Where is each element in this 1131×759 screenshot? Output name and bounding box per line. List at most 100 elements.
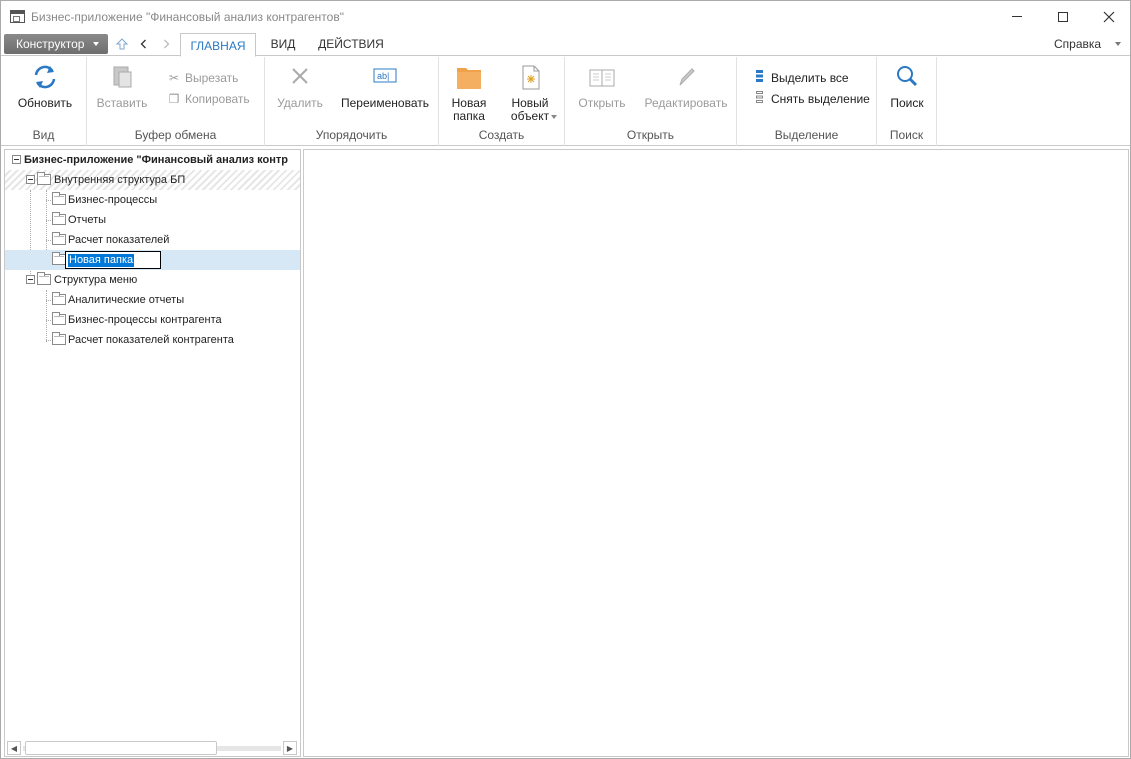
search-label: Поиск (890, 96, 924, 110)
close-icon (1103, 11, 1115, 22)
group-label-create: Создать (478, 128, 525, 142)
tree-root-label: Бизнес-приложение "Финансовый анализ кон… (24, 154, 288, 166)
pencil-icon (679, 68, 695, 86)
rename-button[interactable]: ab| Переименовать (337, 61, 433, 110)
scissors-icon: ✂ (168, 71, 180, 85)
new-folder-label-2: папка (453, 109, 485, 123)
help-chevron-down-icon[interactable] (1115, 42, 1121, 46)
navigation-tree-panel: Бизнес-приложение "Финансовый анализ кон… (4, 149, 301, 757)
group-label-open: Открыть (626, 128, 675, 142)
group-view: Обновить Вид (1, 57, 87, 146)
tree-root[interactable]: Бизнес-приложение "Финансовый анализ кон… (5, 150, 300, 170)
collapse-icon[interactable] (12, 155, 21, 164)
content-panel[interactable] (303, 149, 1129, 757)
search-button[interactable]: Поиск (883, 61, 931, 110)
folder-icon (52, 332, 66, 345)
tree-item-indicators[interactable]: Расчет показателей (5, 230, 300, 250)
cut-button[interactable]: ✂ Вырезать (167, 69, 238, 87)
svg-text:ab|: ab| (377, 71, 389, 81)
new-folder-button[interactable]: Новая папка (443, 61, 495, 123)
tree-item-analytic-reports[interactable]: Аналитические отчеты (5, 290, 300, 310)
maximize-button[interactable] (1040, 1, 1086, 32)
nav-back-button[interactable] (134, 35, 154, 53)
deselect-button[interactable]: Снять выделение (753, 90, 870, 108)
select-all-button[interactable]: Выделить все (753, 69, 849, 87)
rename-input[interactable]: Новая папка (65, 251, 161, 269)
group-search: Поиск Поиск (877, 57, 937, 146)
new-document-icon (522, 65, 540, 90)
help-menu[interactable]: Справка (1054, 32, 1101, 56)
edit-button[interactable]: Редактировать (639, 61, 733, 110)
tab-view[interactable]: ВИД (263, 32, 303, 56)
select-all-icon (753, 69, 767, 87)
delete-label: Удалить (277, 96, 323, 110)
rename-label: Переименовать (341, 96, 429, 110)
tree-item-label: Отчеты (68, 214, 107, 226)
ribbon-tabs: Конструктор ГЛАВНАЯ ВИД ДЕЙСТВИЯ Справка (1, 32, 1130, 57)
chevron-down-icon[interactable] (551, 115, 557, 119)
group-clipboard: Вставить ✂ Вырезать ❐ Копировать Буфер обм… (87, 57, 265, 146)
close-button[interactable] (1086, 1, 1131, 32)
window-title: Бизнес-приложение "Финансовый анализ кон… (31, 10, 344, 24)
tab-actions[interactable]: ДЕЙСТВИЯ (315, 32, 387, 56)
tree-item-reports[interactable]: Отчеты (5, 210, 300, 230)
refresh-button[interactable]: Обновить (13, 61, 77, 110)
chevron-left-icon (140, 39, 146, 49)
chevron-down-icon (93, 42, 99, 46)
horizontal-scrollbar[interactable]: ◀ ▶ (5, 740, 300, 756)
folder-icon (52, 312, 66, 325)
deselect-label: Снять выделение (771, 92, 870, 106)
tree-item-label: Расчет показателей (68, 234, 170, 246)
open-book-icon (589, 69, 615, 87)
tab-home[interactable]: ГЛАВНАЯ (180, 33, 256, 57)
scroll-right-button[interactable]: ▶ (283, 741, 297, 755)
minimize-icon (1012, 16, 1022, 17)
deselect-icon (753, 90, 767, 108)
title-bar: Бизнес-приложение "Финансовый анализ кон… (1, 1, 1130, 32)
delete-button[interactable]: Удалить (271, 61, 329, 110)
tree-item-new-folder[interactable]: Новая папка (5, 250, 300, 270)
arrow-up-icon (116, 38, 128, 50)
open-label: Открыть (578, 96, 626, 110)
tree-item-counterparty-indicators[interactable]: Расчет показателей контрагента (5, 330, 300, 350)
nav-up-button[interactable] (112, 35, 132, 53)
scroll-left-button[interactable]: ◀ (7, 741, 21, 755)
collapse-icon[interactable] (26, 175, 35, 184)
group-selection: Выделить все Снять выделение Выделение (737, 57, 877, 146)
collapse-icon[interactable] (26, 275, 35, 284)
scrollbar-thumb[interactable] (25, 741, 217, 755)
tree-item-internal-structure[interactable]: Внутренняя структура БП (5, 170, 300, 190)
group-open: Открыть Редактировать Открыть (565, 57, 737, 146)
refresh-label: Обновить (17, 96, 73, 110)
new-object-button[interactable]: Новый объект (501, 61, 559, 123)
folder-icon (457, 68, 481, 89)
tree-item-label: Бизнес-процессы контрагента (68, 314, 222, 326)
copy-icon: ❐ (168, 92, 180, 106)
paste-button[interactable]: Вставить (93, 61, 151, 110)
app-window: Бизнес-приложение "Финансовый анализ кон… (0, 0, 1131, 759)
rename-input-text: Новая папка (68, 254, 135, 267)
tree-item-counterparty-processes[interactable]: Бизнес-процессы контрагента (5, 310, 300, 330)
copy-label: Копировать (185, 92, 250, 106)
tree-item-menu-structure[interactable]: Структура меню (5, 270, 300, 290)
folder-icon (37, 172, 51, 185)
tree-item-label: Внутренняя структура БП (54, 174, 186, 186)
chevron-right-icon (164, 39, 170, 49)
folder-icon (52, 252, 66, 265)
nav-forward-button[interactable] (156, 35, 176, 53)
folder-icon (52, 192, 66, 205)
minimize-button[interactable] (994, 1, 1040, 32)
select-all-label: Выделить все (771, 71, 849, 85)
group-label-selection: Выделение (774, 128, 839, 142)
paste-icon (113, 66, 132, 88)
copy-button[interactable]: ❐ Копировать (167, 90, 250, 108)
tree-item-label: Структура меню (54, 274, 138, 286)
folder-icon (52, 212, 66, 225)
tree-item-label: Бизнес-процессы (68, 194, 158, 206)
tree-item-business-processes[interactable]: Бизнес-процессы (5, 190, 300, 210)
app-icon (10, 10, 25, 23)
constructor-dropdown[interactable]: Конструктор (4, 34, 108, 54)
search-icon (897, 66, 918, 87)
paste-label: Вставить (96, 96, 148, 110)
open-button[interactable]: Открыть (571, 61, 633, 110)
